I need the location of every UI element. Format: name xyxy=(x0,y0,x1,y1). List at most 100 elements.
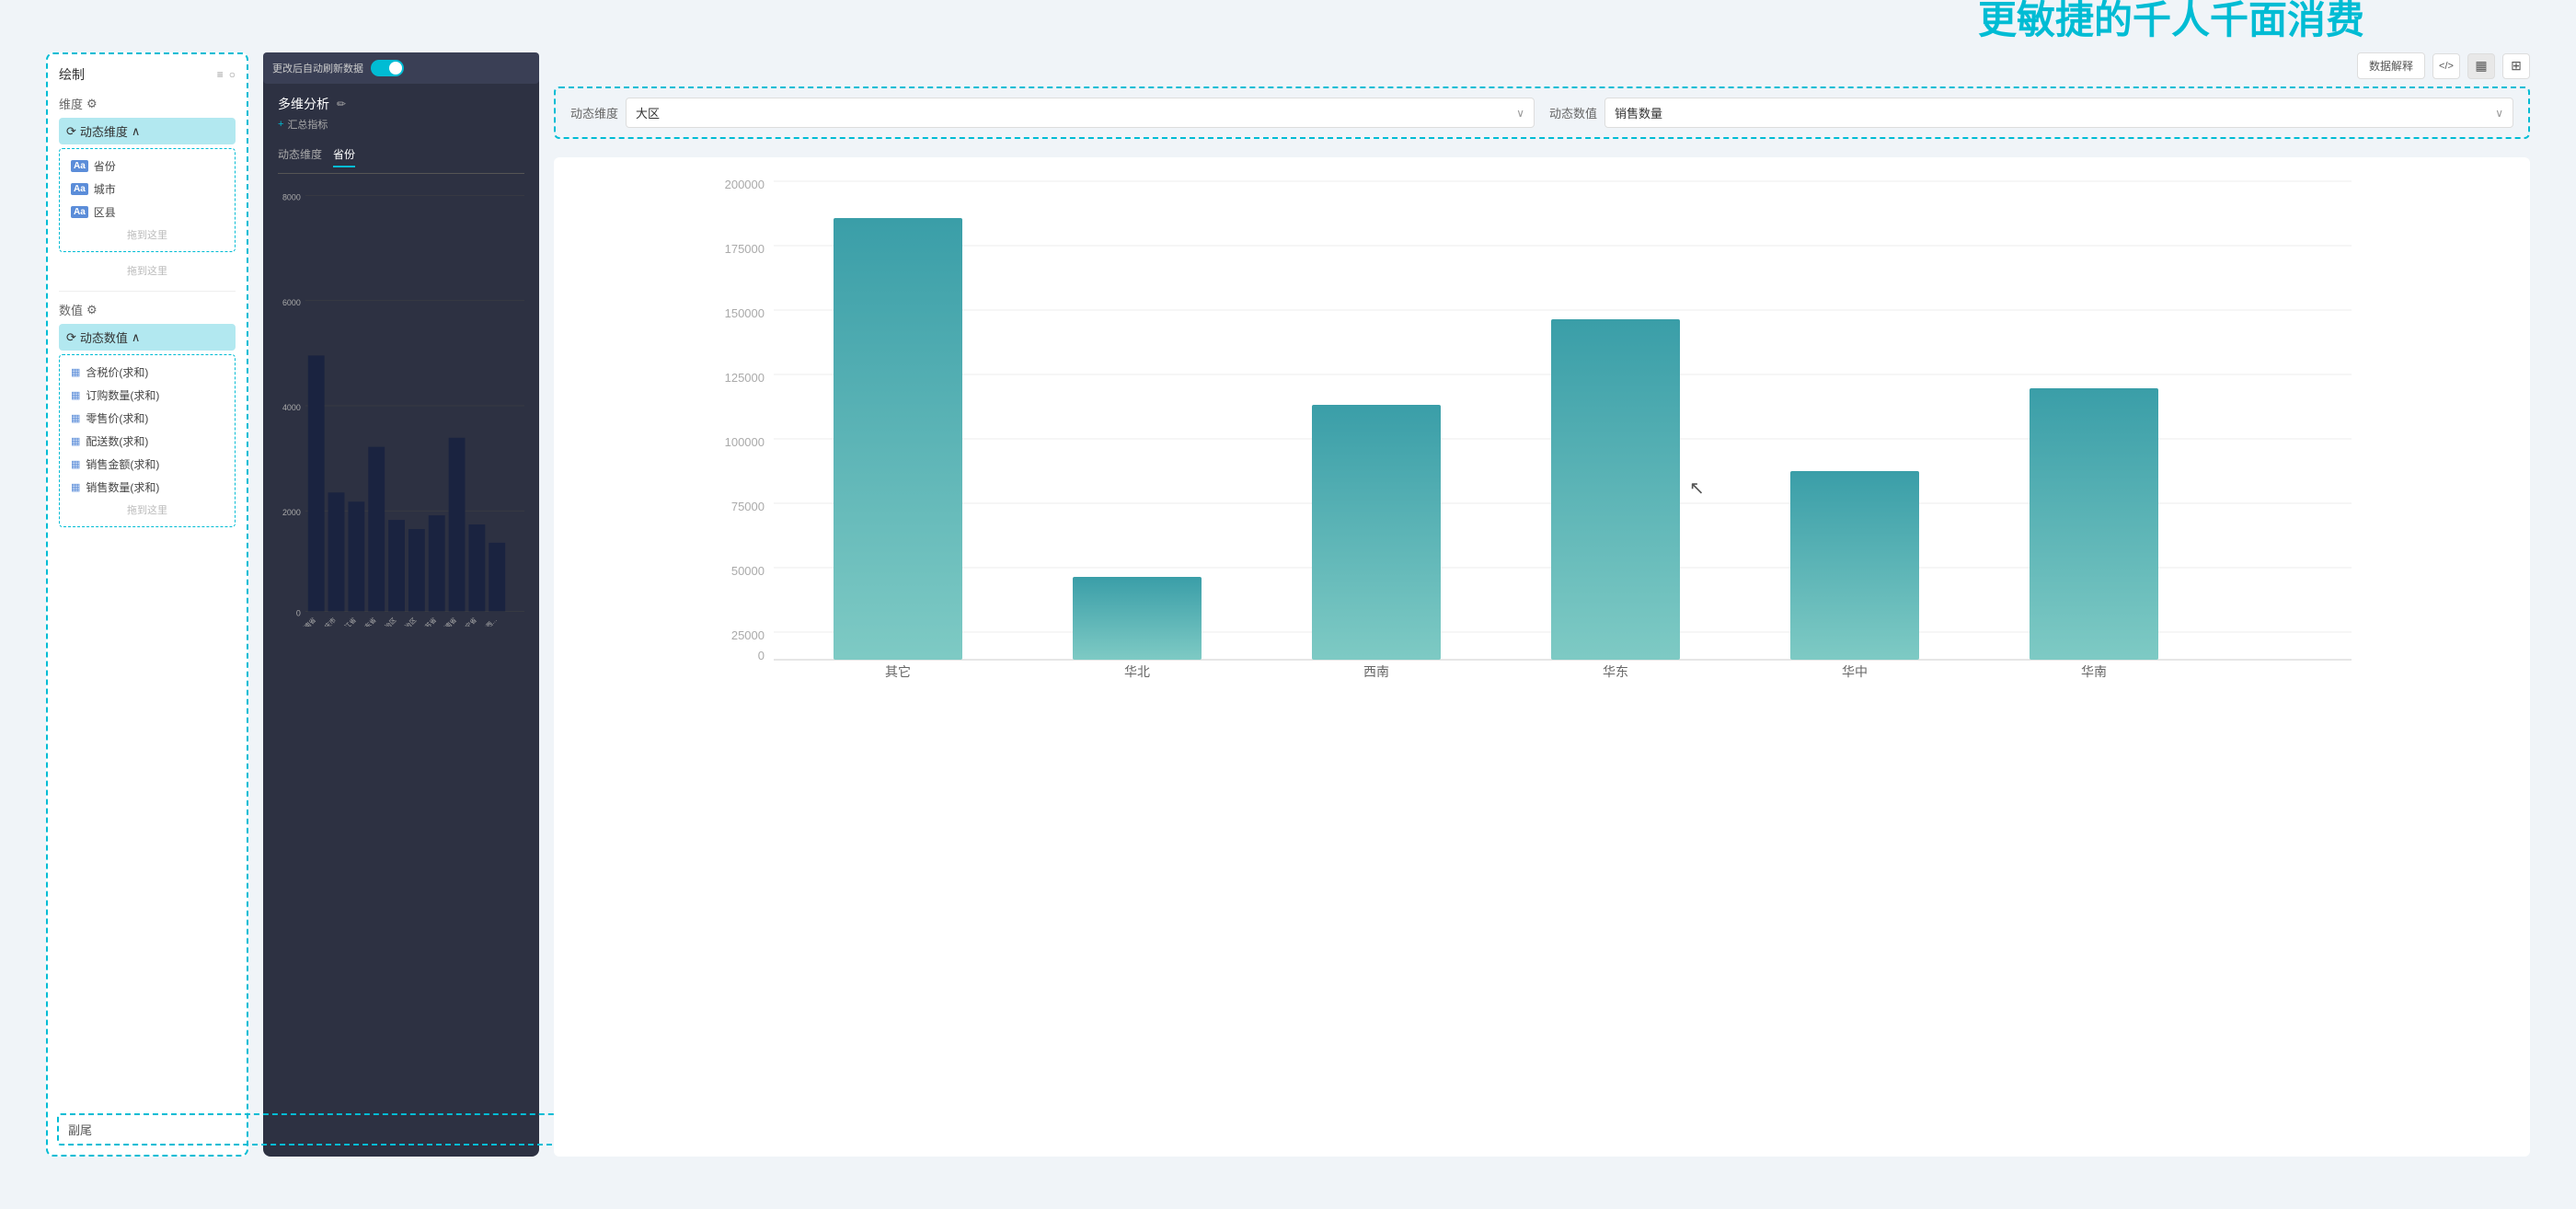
middle-chart-svg: 8000 6000 4000 2000 0 xyxy=(278,185,524,627)
svg-text:200000: 200000 xyxy=(725,178,765,191)
dim-item-city[interactable]: Aa 城市 xyxy=(65,178,229,201)
svg-text:黑龙江省: 黑龙江省 xyxy=(334,616,358,627)
aggregate-label: 汇总指标 xyxy=(287,117,328,132)
dim-control-label: 动态维度 xyxy=(570,104,618,121)
left-panel-icons: ≡ ○ xyxy=(217,68,236,81)
svg-text:50000: 50000 xyxy=(731,564,765,578)
val-item-5[interactable]: ▦ 销售数量(求和) xyxy=(65,476,229,499)
plus-icon[interactable]: + xyxy=(278,119,283,130)
annotation-area: 更敏捷的千人千面消费 xyxy=(1978,0,2530,43)
svg-text:河南省: 河南省 xyxy=(298,616,317,627)
bar-icon-4: ▦ xyxy=(71,458,80,470)
main-chart-svg: 200000 175000 150000 125000 100000 75000… xyxy=(569,172,2515,687)
dim-prefix-district: Aa xyxy=(71,206,88,218)
dim-tabs: 动态维度 省份 xyxy=(278,143,524,174)
val-item-3[interactable]: ▦ 配送数(求和) xyxy=(65,430,229,453)
val-control-group: 动态数值 销售数量 ∨ xyxy=(1549,98,2513,128)
dynamic-icon: ⟳ xyxy=(66,124,76,139)
dim-item-province[interactable]: Aa 省份 xyxy=(65,155,229,178)
gear-icon-2[interactable]: ⚙ xyxy=(86,303,98,317)
chevron-up-icon: ∧ xyxy=(132,124,141,139)
svg-text:山西...: 山西... xyxy=(479,616,498,627)
chevron-up-icon-2: ∧ xyxy=(132,330,141,345)
svg-text:西南: 西南 xyxy=(1363,664,1389,679)
svg-text:0: 0 xyxy=(758,649,765,662)
val-control-label: 动态数值 xyxy=(1549,104,1597,121)
code-icon-btn[interactable]: </> xyxy=(2432,53,2460,79)
bar-icon-5: ▦ xyxy=(71,481,80,493)
bar-icon-0: ▦ xyxy=(71,366,80,378)
main-chart-panel: 200000 175000 150000 125000 100000 75000… xyxy=(554,157,2530,1157)
middle-bar-chart: 8000 6000 4000 2000 0 xyxy=(278,185,524,627)
auto-refresh-label: 更改后自动刷新数据 xyxy=(272,61,363,75)
table-icon-btn[interactable]: ⊞ xyxy=(2502,53,2530,79)
val-item-1[interactable]: ▦ 订购数量(求和) xyxy=(65,384,229,407)
svg-text:↖: ↖ xyxy=(1689,478,1705,499)
left-panel-header: 绘制 ≡ ○ xyxy=(59,65,236,84)
svg-text:125000: 125000 xyxy=(725,371,765,385)
svg-text:100000: 100000 xyxy=(725,435,765,449)
svg-text:重庆市: 重庆市 xyxy=(318,616,338,627)
left-panel: 绘制 ≡ ○ 维度 ⚙ ⟳ 动态维度 ∧ Aa 省份 Aa 城市 xyxy=(46,52,248,1157)
dynamic-val-header[interactable]: ⟳ 动态数值 ∧ xyxy=(59,324,236,351)
bar-icon-3: ▦ xyxy=(71,435,80,447)
svg-text:华南: 华南 xyxy=(2081,664,2107,679)
dim-tab-province[interactable]: 省份 xyxy=(333,143,355,167)
dimensions-label: 维度 ⚙ xyxy=(59,95,236,112)
svg-text:辽宁省: 辽宁省 xyxy=(459,616,478,627)
dim-prefix-city: Aa xyxy=(71,183,88,195)
gear-icon[interactable]: ⚙ xyxy=(86,97,98,111)
chart-title-row: 多维分析 ✏ xyxy=(278,95,524,113)
svg-text:75000: 75000 xyxy=(731,500,765,513)
val-item-4[interactable]: ▦ 销售金额(求和) xyxy=(65,453,229,476)
svg-text:8000: 8000 xyxy=(282,193,301,202)
middle-panel: 更改后自动刷新数据 多维分析 ✏ + 汇总指标 动态维度 省份 8000 600… xyxy=(263,52,539,1157)
bar-chart-icon-btn[interactable]: ▦ xyxy=(2467,53,2495,79)
dim-chevron-icon: ∨ xyxy=(1516,107,1524,120)
bar-icon-1: ▦ xyxy=(71,389,80,401)
values-label: 数值 ⚙ xyxy=(59,301,236,318)
dim-select[interactable]: 大区 ∨ xyxy=(626,98,1535,128)
svg-text:4000: 4000 xyxy=(282,403,301,412)
val-chevron-icon: ∨ xyxy=(2495,107,2503,120)
dynamic-dim-header[interactable]: ⟳ 动态维度 ∧ xyxy=(59,118,236,144)
section-divider xyxy=(59,291,236,292)
footer-title: 副尾 xyxy=(68,1121,92,1138)
svg-text:华北: 华北 xyxy=(1124,664,1150,679)
svg-text:广东省: 广东省 xyxy=(359,616,378,627)
bar-icon-2: ▦ xyxy=(71,412,80,424)
drop-hint-2: 拖到这里 xyxy=(59,259,236,282)
list-icon[interactable]: ≡ xyxy=(217,68,224,81)
val-item-2[interactable]: ▦ 零售价(求和) xyxy=(65,407,229,430)
dynamic-controls-panel: 动态维度 大区 ∨ 动态数值 销售数量 ∨ xyxy=(554,86,2530,139)
val-drop-hint: 拖到这里 xyxy=(65,499,229,521)
val-select[interactable]: 销售数量 ∨ xyxy=(1604,98,2513,128)
svg-text:6000: 6000 xyxy=(282,298,301,307)
chart-title: 多维分析 xyxy=(278,95,329,113)
dynamic-icon-2: ⟳ xyxy=(66,330,76,345)
dimensions-box: Aa 省份 Aa 城市 Aa 区县 拖到这里 xyxy=(59,148,236,252)
left-panel-title: 绘制 xyxy=(59,65,85,84)
circle-icon[interactable]: ○ xyxy=(229,68,236,81)
dim-tab-dynamic[interactable]: 动态维度 xyxy=(278,143,322,167)
annotation-title: 更敏捷的千人千面消费 xyxy=(1978,0,2530,43)
chart-toolbar: 数据解释 </> ▦ ⊞ xyxy=(554,52,2530,79)
svg-text:150000: 150000 xyxy=(725,306,765,320)
data-explain-btn[interactable]: 数据解释 xyxy=(2357,52,2425,79)
right-area: 更敏捷的千人千面消费 数据解释 </> ▦ ⊞ 动态维度 大区 ∨ 动态数值 销… xyxy=(539,52,2530,1157)
main-container: 绘制 ≡ ○ 维度 ⚙ ⟳ 动态维度 ∧ Aa 省份 Aa 城市 xyxy=(46,52,2530,1157)
dim-prefix-province: Aa xyxy=(71,160,88,172)
val-item-0[interactable]: ▦ 含税价(求和) xyxy=(65,361,229,384)
svg-text:江苏省: 江苏省 xyxy=(419,616,438,627)
values-box: ▦ 含税价(求和) ▦ 订购数量(求和) ▦ 零售价(求和) ▦ 配送数(求和)… xyxy=(59,354,236,527)
top-bar: 更改后自动刷新数据 xyxy=(263,52,539,84)
aggregate-row: + 汇总指标 xyxy=(278,117,524,132)
dim-control-group: 动态维度 大区 ∨ xyxy=(570,98,1535,128)
edit-icon[interactable]: ✏ xyxy=(337,98,346,110)
svg-text:华中: 华中 xyxy=(1842,664,1868,679)
auto-refresh-toggle[interactable] xyxy=(371,60,404,76)
dim-item-district[interactable]: Aa 区县 xyxy=(65,201,229,224)
svg-text:华东: 华东 xyxy=(1603,664,1628,679)
svg-text:其它: 其它 xyxy=(885,664,911,679)
svg-text:2000: 2000 xyxy=(282,508,301,517)
